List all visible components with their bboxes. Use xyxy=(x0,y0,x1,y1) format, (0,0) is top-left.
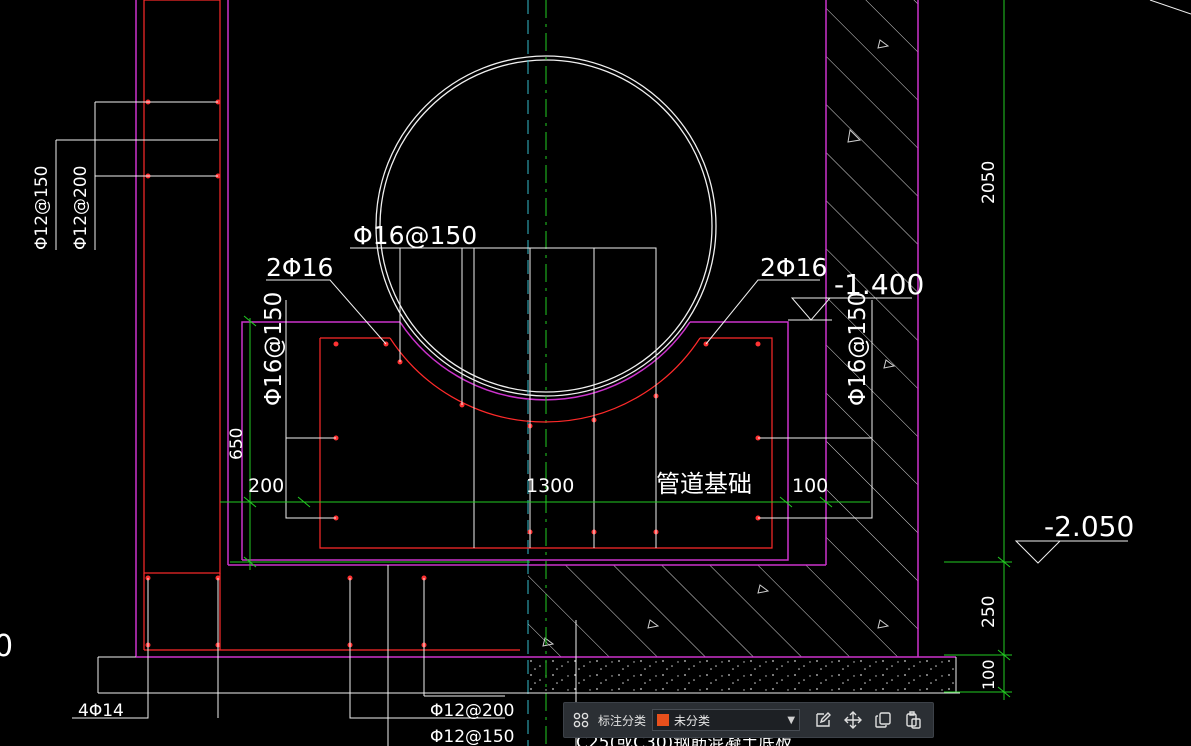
label-left-cut-digit: 0 xyxy=(0,629,13,664)
dim-width-right: 100 xyxy=(792,475,828,497)
label-foundation: 管道基础 xyxy=(656,470,752,498)
move-icon[interactable] xyxy=(842,709,864,731)
label-bottom-mid-2: Φ12@150 xyxy=(430,727,514,746)
label-rebar-left-side: Φ16@150 xyxy=(261,292,287,406)
label-rebar-right-corner: 2Φ16 xyxy=(760,253,827,282)
rebar-lines xyxy=(143,0,773,651)
grid-icon[interactable] xyxy=(570,709,592,731)
label-rebar-top: Φ16@150 xyxy=(353,221,477,250)
paste-icon[interactable] xyxy=(902,709,924,731)
label-bottom-left: 4Φ14 xyxy=(78,701,124,721)
dim-width-left: 200 xyxy=(248,475,284,497)
annotation-toolbar: 标注分类 未分类 ▼ xyxy=(563,702,934,738)
chevron-down-icon: ▼ xyxy=(787,714,796,726)
label-wall-left-2: Φ12@200 xyxy=(71,166,91,250)
category-color-swatch xyxy=(657,714,670,726)
copy-icon[interactable] xyxy=(872,709,894,731)
toolbar-label: 标注分类 xyxy=(598,713,647,728)
label-bottom-mid-1: Φ12@200 xyxy=(430,701,514,721)
dim-height-right-bot: 100 xyxy=(979,659,998,690)
edit-icon[interactable] xyxy=(812,709,834,731)
soil-hatch xyxy=(528,0,956,693)
dim-height-left: 650 xyxy=(227,428,247,460)
label-wall-left-1: Φ12@150 xyxy=(32,166,52,250)
elevation-lower: -2.050 xyxy=(1044,510,1134,543)
dim-height-right-mid: 250 xyxy=(979,596,999,628)
elevation-upper: -1.400 xyxy=(834,268,924,301)
category-select[interactable]: 未分类 ▼ xyxy=(652,709,801,731)
dim-width-main: 1300 xyxy=(526,475,574,497)
label-rebar-left-corner: 2Φ16 xyxy=(266,253,333,282)
cad-drawing-canvas[interactable]: Φ16@150 2Φ16 2Φ16 Φ16@150 Φ16@150 Φ12@15… xyxy=(0,0,1191,746)
category-value: 未分类 xyxy=(674,713,711,728)
dim-height-right-top: 2050 xyxy=(979,161,999,204)
label-rebar-right-side: Φ16@150 xyxy=(845,292,871,406)
